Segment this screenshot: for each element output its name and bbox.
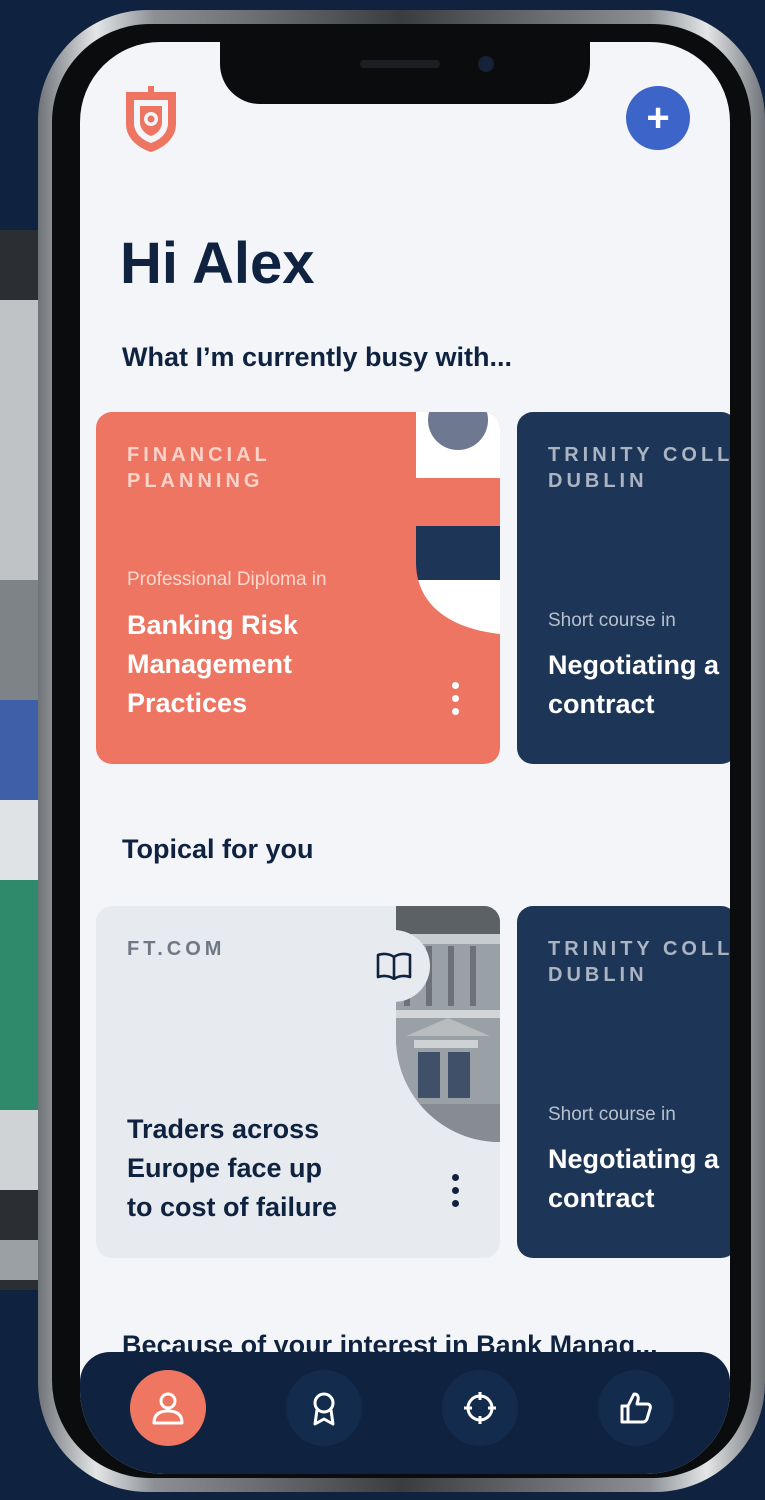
- award-icon: [313, 1392, 335, 1426]
- section-title-topical: Topical for you: [122, 834, 314, 864]
- card-decoration: [416, 412, 500, 634]
- add-button[interactable]: +: [626, 86, 690, 150]
- background-device-screen: [0, 700, 40, 800]
- card-subtitle: Professional Diploma in: [127, 569, 327, 590]
- background-device-screen: [0, 800, 40, 880]
- card-category: TRINITY COLL DUBLIN: [548, 444, 730, 492]
- course-card-negotiating[interactable]: TRINITY COLL DUBLIN Short course in Nego…: [517, 906, 730, 1258]
- bottom-tab-bar: [80, 1352, 730, 1474]
- tab-achievements[interactable]: [286, 1370, 362, 1446]
- more-options-icon[interactable]: [452, 1174, 460, 1213]
- tab-profile[interactable]: [130, 1370, 206, 1446]
- book-icon: [376, 952, 412, 980]
- card-title: Negotiating a contract: [548, 650, 720, 719]
- tab-recommendations[interactable]: [598, 1370, 674, 1446]
- course-card-banking-risk[interactable]: FINANCIAL PLANNING Professional Diploma …: [96, 412, 500, 764]
- card-subtitle: Short course in: [548, 610, 676, 631]
- card-subtitle: Short course in: [548, 1104, 676, 1125]
- card-title: Banking Risk Management Practices: [127, 610, 299, 718]
- target-icon: [464, 1392, 496, 1424]
- user-icon: [152, 1392, 184, 1425]
- card-category: TRINITY COLL DUBLIN: [548, 938, 730, 986]
- background-device-screen: [0, 300, 40, 580]
- section-title-current: What I’m currently busy with...: [122, 342, 513, 372]
- app-screen: + Hi Alex What I’m currently busy with..…: [80, 42, 730, 1474]
- notch: [220, 42, 590, 104]
- read-button[interactable]: [358, 930, 430, 1002]
- speaker: [360, 60, 440, 68]
- camera: [478, 56, 494, 72]
- background-device-screen: [0, 880, 40, 1110]
- card-category: FINANCIAL PLANNING: [127, 444, 271, 492]
- background-device-screen: [0, 1110, 40, 1190]
- greeting-title: Hi Alex: [120, 231, 315, 296]
- article-card-ft[interactable]: FT.COM Traders across Europe face up to …: [96, 906, 500, 1258]
- thumbs-up-icon: [620, 1392, 652, 1424]
- card-title: Negotiating a contract: [548, 1144, 720, 1213]
- article-source: FT.COM: [127, 938, 226, 960]
- shield-logo-icon: [126, 86, 176, 152]
- background-device-screen: [0, 1240, 40, 1280]
- more-options-icon[interactable]: [452, 682, 460, 721]
- tab-goals[interactable]: [442, 1370, 518, 1446]
- course-card-negotiating[interactable]: TRINITY COLL DUBLIN Short course in Nego…: [517, 412, 730, 764]
- article-title: Traders across Europe face up to cost of…: [127, 1114, 338, 1222]
- background-device-screen: [0, 580, 40, 700]
